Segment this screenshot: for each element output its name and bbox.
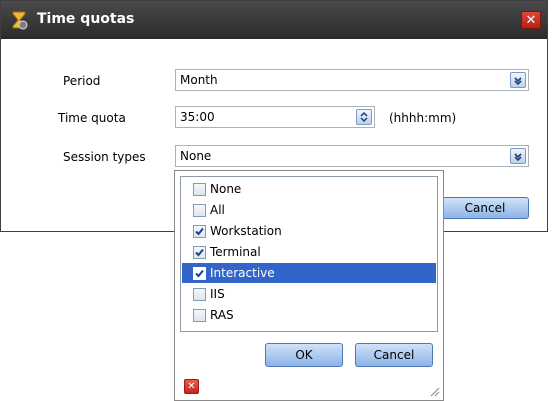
session-types-select[interactable]: None <box>175 145 529 167</box>
chevron-down-icon[interactable] <box>510 72 526 88</box>
resize-grip-icon[interactable] <box>428 385 440 397</box>
title-bar: Time quotas ✕ <box>1 1 547 39</box>
list-item-iis[interactable]: IIS <box>182 284 436 304</box>
session-types-list: None All Workstation Terminal Interactiv… <box>180 176 438 332</box>
close-icon: ✕ <box>525 13 537 28</box>
list-item-label: Interactive <box>210 266 275 280</box>
time-quota-label: Time quota <box>58 111 126 125</box>
list-item-workstation[interactable]: Workstation <box>182 221 436 241</box>
list-item-terminal[interactable]: Terminal <box>182 242 436 262</box>
time-format-hint: (hhhh:mm) <box>389 111 457 125</box>
clear-icon[interactable]: ✕ <box>184 379 199 394</box>
checkbox[interactable] <box>193 287 206 301</box>
checkbox[interactable] <box>193 308 206 322</box>
list-item-all[interactable]: All <box>182 200 436 220</box>
list-item-label: RAS <box>210 308 234 322</box>
time-quota-input[interactable]: 35:00 <box>175 106 375 128</box>
close-button[interactable]: ✕ <box>521 11 541 29</box>
list-item-label: All <box>210 203 225 217</box>
list-item-interactive[interactable]: Interactive <box>182 263 436 283</box>
time-quota-value: 35:00 <box>180 110 215 124</box>
dialog-cancel-button[interactable]: Cancel <box>441 197 529 219</box>
checkbox-checked[interactable] <box>193 245 206 259</box>
checkmark-icon <box>195 269 204 277</box>
period-value: Month <box>180 73 218 87</box>
dialog-title: Time quotas <box>37 11 135 27</box>
list-item-none[interactable]: None <box>182 179 436 199</box>
spinner-icon[interactable] <box>356 109 372 125</box>
session-types-dropdown: None All Workstation Terminal Interactiv… <box>174 170 444 401</box>
period-label: Period <box>63 74 101 88</box>
popup-cancel-button[interactable]: Cancel <box>355 343 433 367</box>
checkmark-icon <box>195 227 204 235</box>
list-item-label: Terminal <box>210 245 261 259</box>
checkbox-checked[interactable] <box>193 266 206 280</box>
checkbox[interactable] <box>193 203 206 217</box>
hourglass-icon <box>9 10 29 30</box>
session-types-value: None <box>180 149 212 163</box>
ok-button[interactable]: OK <box>265 343 343 367</box>
list-item-label: None <box>210 182 242 196</box>
checkbox-checked[interactable] <box>193 224 206 238</box>
list-item-ras[interactable]: RAS <box>182 305 436 325</box>
session-types-label: Session types <box>63 150 146 164</box>
checkmark-icon <box>195 248 204 256</box>
period-select[interactable]: Month <box>175 69 529 91</box>
chevron-down-icon[interactable] <box>510 148 526 164</box>
list-item-label: IIS <box>210 287 225 301</box>
list-item-label: Workstation <box>210 224 282 238</box>
checkbox[interactable] <box>193 182 206 196</box>
